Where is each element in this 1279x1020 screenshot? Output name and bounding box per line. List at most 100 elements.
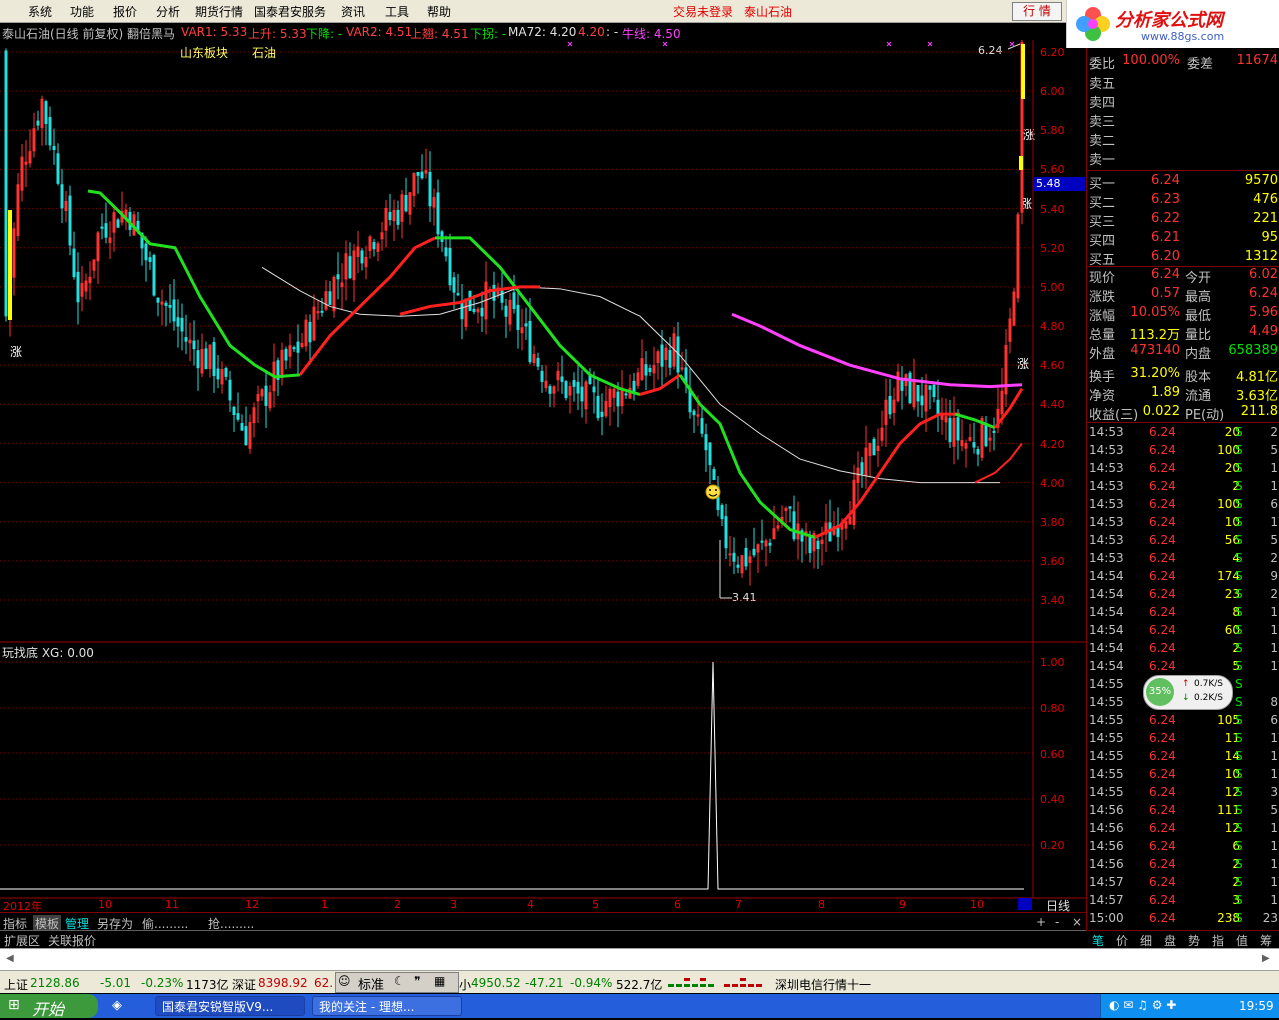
small-cap-label[interactable]: 小 <box>459 976 471 993</box>
ma72-readout-b: 4.20 <box>578 25 605 39</box>
zoom-out-button[interactable]: - <box>1055 915 1059 929</box>
tick-row[interactable]: 14:55 6.24 11 S 1 <box>1087 730 1279 748</box>
tick-row[interactable]: 14:53 6.24 2 S 1 <box>1087 478 1279 496</box>
tick-time: 14:54 <box>1089 605 1124 619</box>
face-icon[interactable]: ☺ <box>338 974 351 988</box>
tick-row[interactable]: 14:53 6.24 20 S 1 <box>1087 460 1279 478</box>
menu-futures[interactable]: 期货行情 <box>195 3 243 20</box>
tick-price: 6.24 <box>1149 605 1176 619</box>
tab-detail[interactable]: 细 <box>1140 932 1152 949</box>
tab-index[interactable]: 指 <box>1212 932 1224 949</box>
tab-price[interactable]: 价 <box>1116 932 1128 949</box>
buy-row[interactable]: 买四 6.21 95 <box>1087 229 1279 249</box>
buy-volume: 221 <box>1253 211 1278 226</box>
candle-body <box>592 386 596 393</box>
candle-body <box>976 449 980 455</box>
tick-side: S <box>1235 695 1243 709</box>
menu-tools[interactable]: 工具 <box>385 3 409 20</box>
tick-row[interactable]: 14:54 6.24 5 S 1 <box>1087 658 1279 676</box>
tick-row[interactable]: 14:53 6.24 20 S 2 <box>1087 424 1279 442</box>
taskbar-app-gtja[interactable]: 国泰君安锐智版V9... <box>155 996 305 1016</box>
quote-icon[interactable]: ❞ <box>414 974 420 988</box>
close-icon[interactable]: × <box>1072 915 1082 929</box>
sell-row[interactable]: 卖四 <box>1087 91 1279 111</box>
tick-row[interactable]: 14:53 6.24 56 S 5 <box>1087 532 1279 550</box>
tick-row[interactable]: 14:55 6.24 105 S 6 <box>1087 712 1279 730</box>
tick-price: 6.24 <box>1149 911 1176 925</box>
mode-standard[interactable]: 标准 <box>358 974 384 993</box>
scroll-bar-area[interactable]: ◀ ▶ <box>0 948 1279 971</box>
stat-row: 涨幅 10.05% 最低 5.96 <box>1087 304 1279 324</box>
moon-icon[interactable]: ☾ <box>394 974 405 988</box>
tick-row[interactable]: 15:00 6.24 238 S 23 <box>1087 910 1279 928</box>
buy-row[interactable]: 买二 6.23 476 <box>1087 191 1279 211</box>
tab-related-quotes[interactable]: 关联报价 <box>48 932 96 949</box>
scroll-left-icon[interactable]: ◀ <box>6 953 14 964</box>
tick-row[interactable]: 14:56 6.24 111 S 5 <box>1087 802 1279 820</box>
tray-icons[interactable]: ◐ ✉ ♫ ⚙ ✚ <box>1109 998 1176 1012</box>
tick-row[interactable]: 14:57 6.24 2 S 1 <box>1087 874 1279 892</box>
sell-row[interactable]: 卖一 <box>1087 148 1279 168</box>
tick-row[interactable]: 14:54 6.24 174 S 9 <box>1087 568 1279 586</box>
tick-row[interactable]: 14:56 6.24 6 S 1 <box>1087 838 1279 856</box>
candle-body <box>76 271 80 303</box>
tick-row[interactable]: 14:53 6.24 100 S 5 <box>1087 442 1279 460</box>
tick-row[interactable]: 14:55 6.24 14 S 1 <box>1087 748 1279 766</box>
candle-body <box>228 379 232 401</box>
menu-analysis[interactable]: 分析 <box>156 3 180 20</box>
tab-value[interactable]: 值 <box>1236 932 1248 949</box>
taskbar-app-watch[interactable]: 我的关注 - 理想... <box>312 996 462 1016</box>
candle-body <box>468 290 472 311</box>
tick-row[interactable]: 14:53 6.24 100 S 6 <box>1087 496 1279 514</box>
sell-row[interactable]: 卖二 <box>1087 129 1279 149</box>
start-button[interactable]: ⊞ 开始 <box>0 994 98 1019</box>
menu-help[interactable]: 帮助 <box>427 3 451 20</box>
tick-row[interactable]: 14:53 6.24 4 S 2 <box>1087 550 1279 568</box>
menu-system[interactable]: 系统 <box>28 3 52 20</box>
tick-row[interactable]: 14:53 6.24 10 S 1 <box>1087 514 1279 532</box>
sell-row[interactable]: 卖三 <box>1087 110 1279 130</box>
tick-row[interactable]: 14:54 6.24 8 S 1 <box>1087 604 1279 622</box>
menu-function[interactable]: 功能 <box>70 3 94 20</box>
tick-row[interactable]: 14:56 6.24 12 S 1 <box>1087 820 1279 838</box>
zoom-in-button[interactable]: + <box>1036 915 1046 929</box>
network-speed-widget[interactable]: 35% ↑ 0.7K/S ↓ 0.2K/S <box>1143 675 1233 710</box>
tick-row[interactable]: 14:57 6.24 3 S 1 <box>1087 892 1279 910</box>
small-cap-percent: -0.94% <box>570 976 613 990</box>
news-ticker[interactable]: 深圳电信行情十一 <box>775 976 871 993</box>
tab-trades[interactable]: 笔 <box>1092 932 1104 949</box>
tick-row[interactable]: 14:54 6.24 2 S 1 <box>1087 640 1279 658</box>
buy-row[interactable]: 买一 6.24 9570 <box>1087 172 1279 192</box>
candle-body <box>36 120 40 126</box>
stat-value: 6.02 <box>1249 267 1278 282</box>
sz-index-label[interactable]: 深证 <box>232 976 256 993</box>
menu-gtja-service[interactable]: 国泰君安服务 <box>254 3 326 20</box>
tab-chips[interactable]: 筹 <box>1260 932 1272 949</box>
menu-info[interactable]: 资讯 <box>341 3 365 20</box>
tick-count: 2 <box>1270 551 1278 565</box>
menu-quote[interactable]: 报价 <box>113 3 137 20</box>
stat-value: 6.24 <box>1151 267 1180 282</box>
sell-row[interactable]: 卖五 <box>1087 72 1279 92</box>
login-status[interactable]: 交易未登录 <box>673 3 733 20</box>
buy-row[interactable]: 买三 6.22 221 <box>1087 210 1279 230</box>
scroll-right-icon[interactable]: ▶ <box>1262 953 1270 964</box>
buy-row[interactable]: 买五 6.20 1312 <box>1087 248 1279 268</box>
tick-row[interactable]: 14:54 6.24 23 S 2 <box>1087 586 1279 604</box>
tick-row[interactable]: 14:56 6.24 2 S 1 <box>1087 856 1279 874</box>
tab-book[interactable]: 盘 <box>1164 932 1176 949</box>
buy-volume: 476 <box>1253 192 1278 207</box>
quote-button[interactable]: 行 情 <box>1012 2 1062 21</box>
quicklaunch-icon[interactable]: ◈ <box>112 998 122 1013</box>
keyboard-icon[interactable]: ▦ <box>434 974 445 988</box>
tick-row[interactable]: 14:55 6.24 10 S 1 <box>1087 766 1279 784</box>
price-tick: 5.60 <box>1040 163 1065 176</box>
kline-chart[interactable] <box>0 40 1086 912</box>
tick-row[interactable]: 14:54 6.24 60 S 1 <box>1087 622 1279 640</box>
tab-trend[interactable]: 势 <box>1188 932 1200 949</box>
indicator-title: 玩找底 XG: 0.00 <box>2 646 94 660</box>
tab-extension-area[interactable]: 扩展区 <box>4 932 40 949</box>
tick-row[interactable]: 14:55 6.24 12 S 3 <box>1087 784 1279 802</box>
sh-index-label[interactable]: 上证 <box>4 976 28 993</box>
tick-side: S <box>1235 569 1243 583</box>
